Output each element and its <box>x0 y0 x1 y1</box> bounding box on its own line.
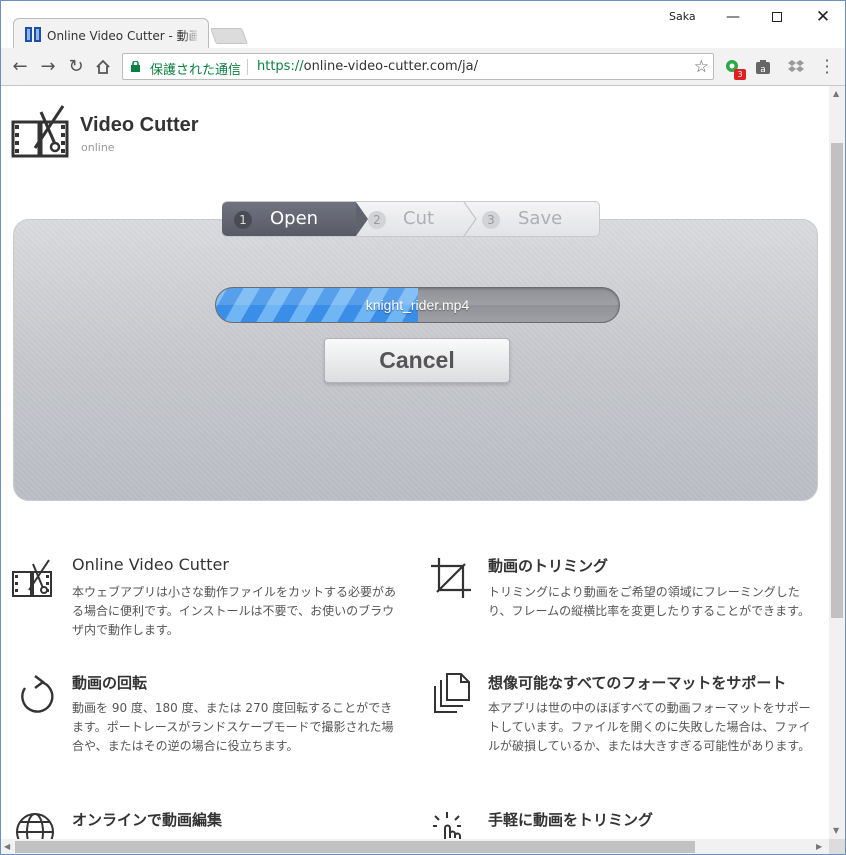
profile-name[interactable]: Saka <box>669 10 696 23</box>
video-cutter-logo-icon <box>11 105 69 158</box>
feature-title: 想像可能なすべてのフォーマットをサポート <box>488 674 787 692</box>
browser-toolbar: ← → ↻ 保護された通信 https://online-video-cutte… <box>1 48 845 86</box>
film-favicon-icon <box>25 27 41 42</box>
forward-button[interactable]: → <box>37 56 59 78</box>
extension-camera-icon[interactable]: a <box>754 58 772 76</box>
scroll-up-icon[interactable]: ▲ <box>833 89 839 98</box>
step-label: Open <box>270 208 319 229</box>
rotate-icon <box>21 675 54 713</box>
page-viewport: Video Cutter online knight_rider.mp4 Can… <box>1 86 829 839</box>
step-cut[interactable]: 2 Cut <box>358 202 476 236</box>
step-indicator: 1 Open 2 Cut 3 Save <box>222 201 600 237</box>
reload-button[interactable]: ↻ <box>65 56 87 78</box>
video-cutter-icon <box>12 559 52 597</box>
url-scheme: https:// <box>257 59 304 74</box>
dropbox-icon[interactable] <box>787 58 805 76</box>
crop-icon <box>431 558 471 598</box>
step-label: Cut <box>403 208 435 229</box>
upload-progress-bar: knight_rider.mp4 <box>215 287 620 323</box>
feature-title: 手軽に動画をトリミング <box>488 811 654 829</box>
url-text: https://online-video-cutter.com/ja/ <box>257 59 478 74</box>
touch-icon <box>433 812 461 839</box>
horizontal-scrollbar[interactable]: ◀ ▶ <box>1 839 829 854</box>
svg-text:a: a <box>760 65 766 75</box>
feature-title: Online Video Cutter <box>72 555 229 574</box>
browser-tab[interactable]: Online Video Cutter - 動画 <box>13 18 209 48</box>
address-bar[interactable]: 保護された通信 https://online-video-cutter.com/… <box>122 53 714 80</box>
step-number: 1 <box>234 211 252 229</box>
scroll-left-icon[interactable]: ◀ <box>4 842 10 851</box>
tab-title-fade <box>182 23 202 43</box>
url-host: online-video-cutter.com/ja/ <box>303 59 479 74</box>
site-brand-subtitle: online <box>81 141 115 154</box>
horizontal-scroll-thumb[interactable] <box>15 841 695 853</box>
cancel-button[interactable]: Cancel <box>324 338 510 383</box>
tab-title: Online Video Cutter - 動画 <box>47 29 197 43</box>
browser-window: Online Video Cutter - 動画 Saka — ✕ ← → ↻ … <box>0 0 846 855</box>
feature-title: オンラインで動画編集 <box>72 811 223 829</box>
maximize-icon <box>772 12 782 22</box>
close-window-button[interactable]: ✕ <box>803 5 843 29</box>
back-button[interactable]: ← <box>9 56 31 78</box>
new-tab-button[interactable] <box>210 28 248 44</box>
upload-panel: knight_rider.mp4 Cancel <box>13 219 818 501</box>
minimize-button[interactable]: — <box>713 5 753 29</box>
omnibox-separator <box>247 59 248 75</box>
lock-icon <box>131 61 140 72</box>
tab-strip: Online Video Cutter - 動画 Saka — ✕ <box>1 1 845 48</box>
feature-title: 動画のトリミング <box>488 557 609 575</box>
upload-filename: knight_rider.mp4 <box>365 297 470 313</box>
vertical-scrollbar[interactable]: ▲ ▼ <box>829 86 845 839</box>
step-number: 3 <box>482 211 500 229</box>
site-brand[interactable]: Video Cutter <box>80 114 199 137</box>
feature-title: 動画の回転 <box>72 674 148 692</box>
home-button[interactable] <box>92 56 114 78</box>
globe-icon <box>16 813 54 839</box>
scroll-down-icon[interactable]: ▼ <box>833 826 839 835</box>
feature-description: 本アプリは世の中のほぼすべての動画フォーマットをサポートしています。ファイルを開… <box>488 701 811 753</box>
bookmark-star-icon[interactable]: ☆ <box>694 57 709 77</box>
extension-badge: 3 <box>734 69 746 80</box>
feature-description: 本ウェブアプリは小さな動作ファイルをカットする必要がある場合に便利です。インスト… <box>72 585 397 637</box>
vertical-scroll-thumb[interactable] <box>831 143 843 618</box>
step-number: 2 <box>368 211 386 229</box>
maximize-button[interactable] <box>757 5 797 29</box>
home-icon <box>96 59 110 74</box>
step-separator-icon <box>463 202 477 236</box>
secure-label: 保護された通信 <box>150 63 242 78</box>
scroll-right-icon[interactable]: ▶ <box>816 842 822 851</box>
step-save[interactable]: 3 Save <box>478 202 600 236</box>
step-label: Save <box>518 208 563 229</box>
scrollbar-corner <box>829 839 845 854</box>
files-icon <box>434 673 470 713</box>
step-open[interactable]: 1 Open <box>222 202 368 236</box>
feature-description: トリミングにより動画をご希望の領域にフレーミングしたり、フレームの縦横比率を変更… <box>488 585 810 618</box>
feature-description: 動画を 90 度、180 度、または 270 度回転することができます。ポートレ… <box>72 701 394 753</box>
browser-menu-icon[interactable]: · · · <box>821 53 833 81</box>
